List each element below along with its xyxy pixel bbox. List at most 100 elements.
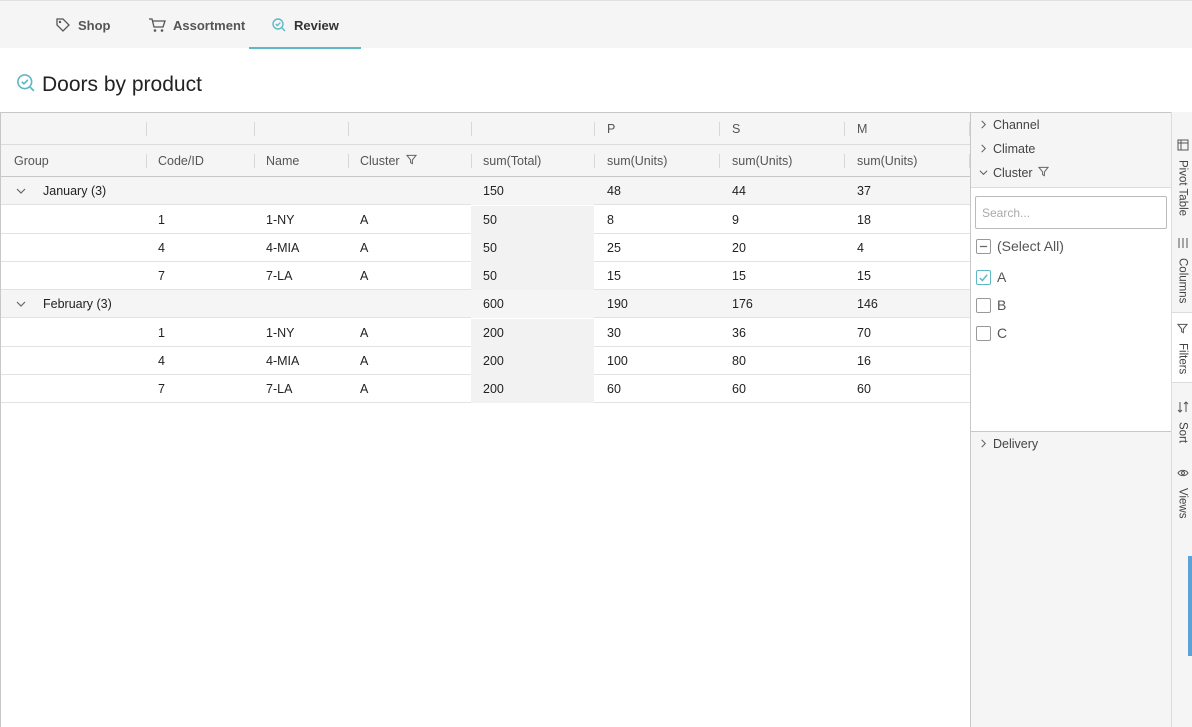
col-header-units-p[interactable]: sum(Units): [595, 145, 667, 177]
tab-label: Review: [294, 17, 339, 33]
cell-units-s: 15: [732, 269, 746, 283]
group-row-january[interactable]: January (3) 150 48 44 37: [1, 177, 971, 205]
tag-icon: [55, 17, 71, 33]
col-header-units-m[interactable]: sum(Units): [845, 145, 917, 177]
chevron-right-icon: [979, 118, 988, 132]
side-tab-label: Pivot Table: [1176, 160, 1189, 217]
cell-units-p: 60: [607, 382, 621, 396]
col-header-units-s[interactable]: sum(Units): [720, 145, 792, 177]
filter-section-label: Delivery: [993, 437, 1039, 451]
cell-cluster: A: [360, 213, 369, 227]
group-header-m: M: [857, 122, 868, 136]
cell-units-p: 15: [607, 269, 621, 283]
side-tab-columns[interactable]: Columns: [1172, 236, 1192, 303]
header-separator: [348, 122, 349, 136]
side-tab-views[interactable]: Views: [1172, 466, 1192, 518]
chevron-down-icon[interactable]: [15, 184, 27, 202]
col-header-label: Cluster: [360, 154, 400, 168]
group-header-p: P: [607, 122, 616, 136]
cell-total: 50: [471, 262, 594, 290]
cell-code: 7: [158, 269, 165, 283]
cell-units-s: 36: [732, 326, 746, 340]
sort-icon: [1177, 400, 1189, 418]
cell-units-s: 60: [732, 382, 746, 396]
col-header-group[interactable]: Group: [2, 145, 49, 177]
filter-section-label: Cluster: [993, 166, 1033, 180]
column-header: Group Code/ID Name Cluster sum(Total) su…: [1, 145, 971, 177]
filter-section-climate[interactable]: Climate: [979, 138, 1035, 160]
header-separator: [254, 122, 255, 136]
group-units-p: 190: [607, 297, 628, 311]
table-row[interactable]: 4 4-MIA A 200 100 80 16: [1, 347, 971, 375]
pivot-table-icon: [1177, 138, 1189, 156]
cell-units-m: 16: [857, 354, 871, 368]
tab-label: Shop: [78, 17, 111, 33]
col-header-cluster[interactable]: Cluster: [348, 145, 417, 177]
filter-icon: [1037, 166, 1049, 180]
filter-section-cluster[interactable]: Cluster: [979, 162, 1049, 184]
filter-section-delivery[interactable]: Delivery: [979, 433, 1038, 455]
cell-name: 4-MIA: [266, 241, 300, 255]
table-row[interactable]: 7 7-LA A 200 60 60 60: [1, 375, 971, 403]
filter-search-input[interactable]: [975, 196, 1167, 229]
cell-cluster: A: [360, 241, 369, 255]
option-label: B: [997, 297, 1007, 313]
scrollbar-indicator[interactable]: [1188, 556, 1192, 656]
tab-shop[interactable]: Shop: [55, 1, 111, 49]
checkbox-checked[interactable]: [976, 269, 991, 285]
cell-name: 7-LA: [266, 382, 293, 396]
cell-code: 4: [158, 354, 165, 368]
checkbox[interactable]: [976, 325, 991, 341]
cell-units-m: 4: [857, 241, 864, 255]
cell-name: 1-NY: [266, 213, 295, 227]
tab-review[interactable]: Review: [249, 1, 361, 49]
cell-total: 50: [471, 206, 594, 234]
cluster-filter-box: (Select All) A B C: [971, 187, 1171, 432]
group-total: 600: [471, 290, 594, 318]
table-row[interactable]: 1 1-NY A 50 8 9 18: [1, 206, 971, 234]
cell-total: 200: [471, 347, 594, 375]
side-tab-label: Columns: [1176, 258, 1189, 304]
cell-units-s: 9: [732, 213, 739, 227]
group-label: February (3): [43, 297, 112, 311]
filter-option-b[interactable]: B: [976, 294, 1006, 316]
side-tab-sort[interactable]: Sort: [1172, 400, 1192, 443]
cell-cluster: A: [360, 382, 369, 396]
cell-units-m: 70: [857, 326, 871, 340]
side-tab-pivot-table[interactable]: Pivot Table: [1172, 138, 1192, 216]
filters-panel: Channel Climate Cluster (Select All) A: [970, 112, 1171, 727]
columns-icon: [1177, 236, 1189, 254]
filter-option-c[interactable]: C: [976, 322, 1007, 344]
cell-name: 4-MIA: [266, 354, 300, 368]
side-tab-filters[interactable]: Filters: [1172, 312, 1192, 384]
cell-units-p: 30: [607, 326, 621, 340]
col-header-code[interactable]: Code/ID: [146, 145, 204, 177]
side-tab-label: Filters: [1176, 343, 1189, 375]
col-header-name[interactable]: Name: [254, 145, 299, 177]
review-icon: [16, 73, 36, 98]
checkbox[interactable]: [976, 297, 991, 313]
select-all-option[interactable]: (Select All): [976, 235, 1064, 257]
group-units-s: 176: [732, 297, 753, 311]
tab-assortment[interactable]: Assortment: [148, 1, 245, 49]
option-label: C: [997, 325, 1008, 341]
table-row[interactable]: 1 1-NY A 200 30 36 70: [1, 319, 971, 347]
tab-label: Assortment: [173, 17, 246, 33]
table-row[interactable]: 7 7-LA A 50 15 15 15: [1, 262, 971, 290]
filter-section-channel[interactable]: Channel: [979, 114, 1040, 136]
cell-units-p: 8: [607, 213, 614, 227]
filter-section-label: Climate: [993, 142, 1036, 156]
group-row-february[interactable]: February (3) 600 190 176 146: [1, 290, 971, 318]
filter-option-a[interactable]: A: [976, 266, 1006, 288]
col-header-total[interactable]: sum(Total): [471, 145, 541, 177]
table-row[interactable]: 4 4-MIA A 50 25 20 4: [1, 234, 971, 262]
group-label: January (3): [43, 184, 107, 198]
side-tab-label: Views: [1176, 488, 1189, 519]
page-title: Doors by product: [42, 73, 202, 96]
cell-cluster: A: [360, 269, 369, 283]
chevron-down-icon[interactable]: [15, 297, 27, 315]
cell-code: 7: [158, 382, 165, 396]
select-all-checkbox[interactable]: [976, 238, 991, 254]
header-separator: [471, 122, 472, 136]
header-separator: [146, 122, 147, 136]
